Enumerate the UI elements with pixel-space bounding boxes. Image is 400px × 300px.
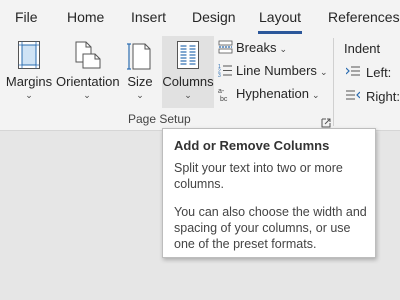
tab-home[interactable]: Home: [67, 9, 104, 25]
tooltip-line: Split your text into two or more: [174, 161, 343, 175]
tab-layout[interactable]: Layout: [259, 9, 301, 25]
indent-right-control[interactable]: Right:: [346, 88, 400, 106]
columns-tooltip: Add or Remove Columns Split your text in…: [162, 128, 376, 258]
ribbon-layout-panel: Margins ⌄ Orientation ⌄ Size ⌄ Columns ⌄…: [0, 34, 400, 131]
columns-icon: [176, 40, 200, 75]
svg-text:3: 3: [218, 73, 221, 77]
orientation-label: Orientation: [56, 74, 120, 89]
orientation-icon: [72, 40, 102, 75]
indent-right-label: Right:: [366, 89, 400, 104]
page-setup-group-label: Page Setup: [128, 112, 191, 126]
size-label: Size: [127, 74, 153, 89]
tooltip-line: spacing of your columns, or use: [174, 221, 351, 235]
hyphenation-label: Hyphenation: [236, 86, 309, 101]
ribbon-tab-bar: File Home Insert Design Layout Reference…: [0, 0, 400, 34]
chevron-down-icon: ⌄: [319, 67, 328, 77]
margins-label: Margins: [5, 74, 53, 89]
orientation-button[interactable]: Orientation ⌄: [56, 36, 120, 108]
indent-left-control[interactable]: Left:: [346, 64, 400, 82]
tooltip-title: Add or Remove Columns: [174, 138, 330, 153]
chevron-down-icon: ⌄: [184, 90, 192, 100]
chevron-down-icon: ⌄: [83, 90, 91, 100]
dialog-launcher-icon[interactable]: [321, 115, 331, 128]
chevron-down-icon: ⌄: [136, 90, 144, 100]
line-numbers-icon: 1 2 3: [218, 63, 233, 80]
columns-label: Columns: [162, 74, 214, 89]
margins-button[interactable]: Margins ⌄: [4, 36, 54, 108]
indent-title: Indent: [344, 41, 381, 56]
margins-icon: [17, 40, 41, 75]
tab-insert[interactable]: Insert: [131, 9, 166, 25]
tooltip-line: columns.: [174, 177, 225, 191]
breaks-label: Breaks: [236, 40, 277, 55]
size-button[interactable]: Size ⌄: [122, 36, 158, 108]
breaks-icon: [218, 40, 233, 57]
line-numbers-label: Line Numbers: [236, 63, 317, 78]
hyphenation-icon: a- bc: [218, 86, 233, 105]
size-icon: [127, 40, 153, 75]
columns-button[interactable]: Columns ⌄: [162, 36, 214, 108]
tooltip-line: one of the preset formats.: [174, 237, 317, 251]
tab-design[interactable]: Design: [192, 9, 236, 25]
svg-text:a-: a-: [218, 88, 225, 95]
tab-file[interactable]: File: [15, 9, 38, 25]
tab-references[interactable]: References: [328, 9, 400, 25]
chevron-down-icon: ⌄: [25, 90, 33, 100]
group-separator: [333, 38, 334, 126]
svg-text:bc: bc: [220, 96, 228, 102]
chevron-down-icon: ⌄: [312, 90, 320, 100]
tooltip-line: You can also choose the width and: [174, 205, 367, 219]
indent-left-label: Left:: [366, 65, 392, 80]
chevron-down-icon: ⌄: [279, 44, 288, 54]
